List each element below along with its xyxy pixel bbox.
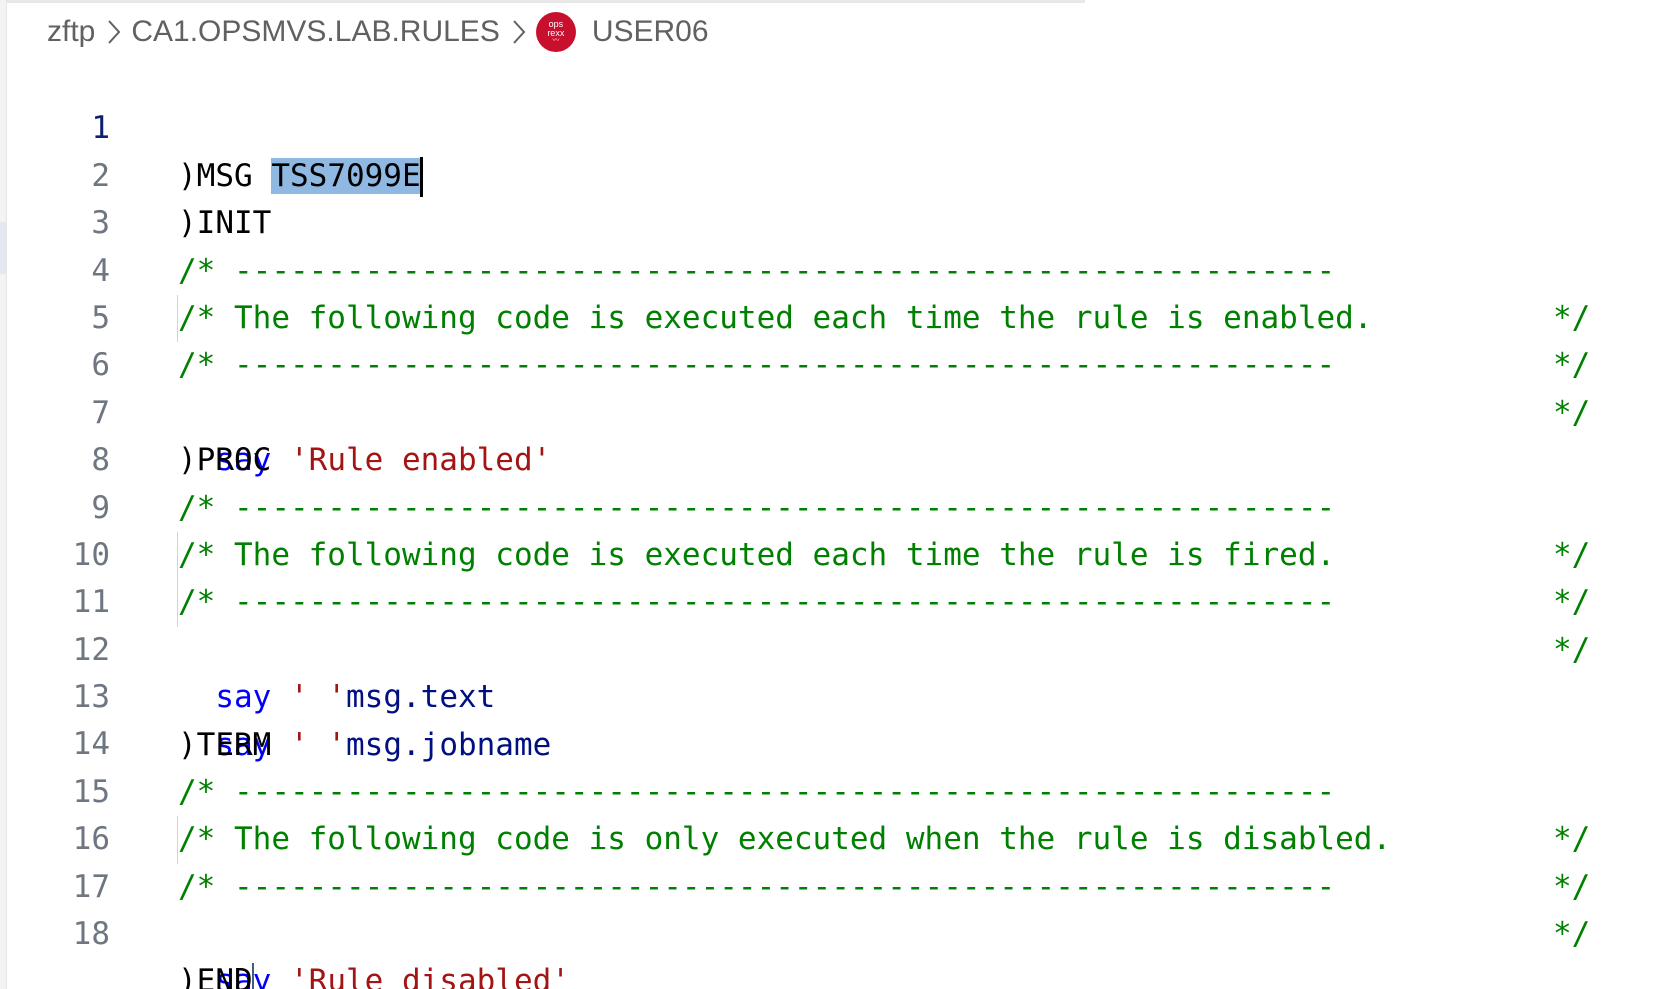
comment-end: */ (1553, 916, 1591, 953)
code-editor[interactable]: zftp CA1.OPSMVS.LAB.RULES ops rexx 〰 USE… (0, 0, 1664, 989)
code-line[interactable]: 8 /* -----------------------------------… (0, 390, 1664, 573)
text-cursor (251, 962, 254, 989)
code-line[interactable]: 2 )INIT (0, 105, 1664, 241)
indent-guide (177, 531, 178, 580)
string-literal: 'Rule disabled' (290, 963, 570, 989)
opsrexx-file-icon: ops rexx 〰 (535, 12, 576, 52)
code-line[interactable]: 14 /* ----------------------------------… (0, 674, 1664, 857)
code-line[interactable]: 15 /* The following code is only execute… (0, 721, 1664, 905)
indent-guide (177, 816, 178, 864)
code-line[interactable]: 7 )PROC (0, 342, 1664, 478)
breadcrumb-item-zftp[interactable]: zftp (47, 15, 95, 49)
line-number: 18 (72, 916, 110, 953)
breadcrumb: zftp CA1.OPSMVS.LAB.RULES ops rexx 〰 USE… (47, 12, 709, 52)
code-line[interactable]: 4 /* The following code is executed each… (0, 200, 1664, 384)
code-line[interactable]: 13 )TERM (0, 627, 1664, 762)
code-line[interactable]: 6 say 'Rule enabled' (0, 294, 1664, 478)
code-line[interactable]: 12 say ' 'msg.jobname (0, 579, 1664, 763)
wave-mark: 〰 (552, 37, 560, 44)
code-line[interactable]: 1 )MSG TSS7099E (0, 58, 1664, 198)
chevron-right-icon (512, 19, 526, 45)
code-line[interactable]: 5 /* -----------------------------------… (0, 248, 1664, 431)
breadcrumb-item-dataset[interactable]: CA1.OPSMVS.LAB.RULES (131, 15, 499, 49)
tab-strip-edge (0, 0, 1085, 3)
code-line[interactable]: 9 /* The following code is executed each… (0, 437, 1664, 621)
directive: )END (178, 963, 253, 989)
code-line[interactable]: 16 /* ----------------------------------… (0, 769, 1664, 952)
line-text: )END (178, 958, 254, 989)
indent-guide (177, 579, 178, 627)
chevron-right-icon (107, 19, 121, 45)
code-line[interactable]: 17 say 'Rule disabled' (0, 816, 1664, 989)
code-line[interactable]: 18 )END (0, 864, 1664, 989)
code-line[interactable]: 3 /* -----------------------------------… (0, 153, 1664, 336)
code-line[interactable]: 10 /* ----------------------------------… (0, 485, 1664, 668)
code-line[interactable]: 11 say ' 'msg.text (0, 531, 1664, 715)
code-lines[interactable]: 1 )MSG TSS7099E 2 )INIT 3 /* -----------… (0, 58, 1664, 989)
indent-guide (177, 294, 178, 343)
breadcrumb-item-member[interactable]: USER06 (592, 15, 709, 49)
